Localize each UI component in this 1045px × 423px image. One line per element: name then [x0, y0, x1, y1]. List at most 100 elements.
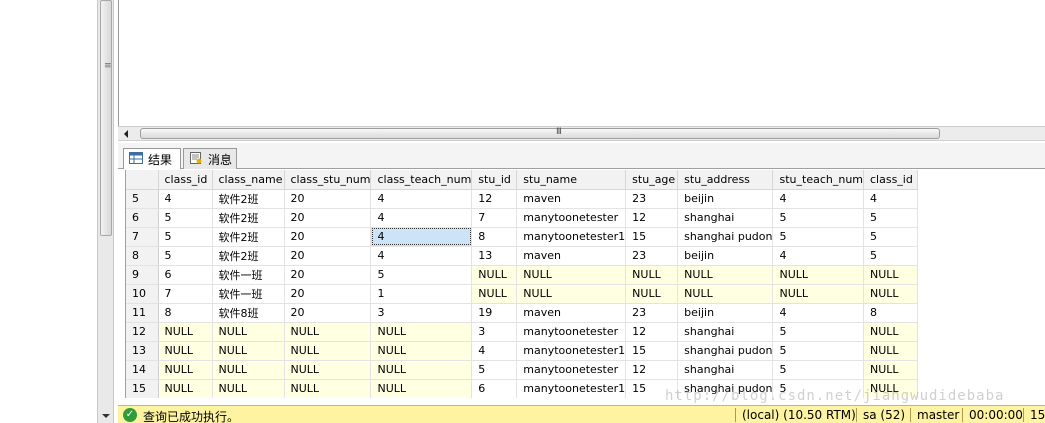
grid-cell[interactable]: 5	[158, 246, 213, 266]
grid-cell[interactable]: 软件一班	[212, 284, 285, 304]
grid-cell[interactable]: 23	[625, 246, 679, 266]
grid-cell[interactable]: 15	[625, 341, 679, 361]
grid-cell[interactable]: 4	[772, 189, 864, 209]
vertical-scroll-thumb[interactable]: ≡	[100, 0, 112, 236]
grid-cell[interactable]: beijin	[677, 189, 774, 209]
row-number[interactable]: 12	[126, 322, 159, 342]
grid-cell[interactable]: NULL	[370, 360, 473, 380]
grid-cell[interactable]: NULL	[863, 322, 918, 342]
grid-cell[interactable]: NULL	[284, 379, 372, 398]
row-number[interactable]: 10	[126, 284, 159, 304]
grid-cell[interactable]: manytoonetester	[516, 360, 627, 380]
grid-cell[interactable]: 12	[471, 189, 518, 209]
column-header[interactable]: stu_name	[516, 170, 627, 190]
grid-cell[interactable]: 13	[471, 246, 518, 266]
grid-cell[interactable]: 23	[625, 189, 679, 209]
column-header[interactable]: class_name	[212, 170, 285, 190]
grid-cell[interactable]: 5	[863, 208, 918, 228]
grid-cell[interactable]: NULL	[158, 360, 213, 380]
grid-cell[interactable]: maven	[516, 189, 627, 209]
grid-cell[interactable]: 4	[370, 189, 473, 209]
results-grid[interactable]: class_id class_name class_stu_num class_tea…	[125, 170, 1045, 398]
grid-cell[interactable]: 20	[284, 246, 372, 266]
grid-cell[interactable]: NULL	[471, 284, 518, 304]
column-header[interactable]: class_teach_num	[370, 170, 473, 190]
grid-cell[interactable]: 20	[284, 303, 372, 323]
grid-cell[interactable]: 15	[625, 227, 679, 247]
query-editor[interactable]	[118, 0, 1045, 126]
grid-cell[interactable]: 12	[625, 322, 679, 342]
grid-cell[interactable]: 20	[284, 284, 372, 304]
grid-cell[interactable]: 19	[471, 303, 518, 323]
grid-cell[interactable]: NULL	[863, 265, 918, 285]
grid-cell[interactable]: 5	[772, 360, 864, 380]
grid-cell[interactable]: NULL	[212, 322, 285, 342]
grid-cell[interactable]: manytoonetester1	[516, 227, 627, 247]
grid-cell[interactable]: 5	[863, 227, 918, 247]
grid-cell[interactable]: 20	[284, 265, 372, 285]
grid-cell[interactable]: 5	[370, 265, 473, 285]
grid-cell[interactable]: 5	[471, 360, 518, 380]
grid-cell[interactable]: 3	[471, 322, 518, 342]
grid-cell[interactable]: 20	[284, 208, 372, 228]
grid-cell[interactable]: 23	[625, 303, 679, 323]
grid-cell[interactable]: NULL	[284, 341, 372, 361]
grid-cell[interactable]: NULL	[158, 341, 213, 361]
outer-vertical-scrollbar[interactable]: ≡	[97, 0, 114, 423]
grid-cell[interactable]: shanghai	[677, 208, 774, 228]
column-header[interactable]: stu_id	[471, 170, 518, 190]
tab-messages[interactable]: 消息	[183, 148, 237, 169]
grid-cell[interactable]: NULL	[158, 379, 213, 398]
grid-cell[interactable]: 12	[625, 360, 679, 380]
row-number[interactable]: 9	[126, 265, 159, 285]
grid-cell[interactable]: NULL	[471, 265, 518, 285]
grid-cell[interactable]: 8	[471, 227, 518, 247]
grid-cell[interactable]: 5	[772, 322, 864, 342]
scroll-left-arrow-icon[interactable]	[124, 130, 128, 138]
grid-cell[interactable]: NULL	[625, 284, 679, 304]
grid-cell[interactable]: 5	[158, 208, 213, 228]
grid-cell[interactable]: NULL	[772, 284, 864, 304]
grid-cell[interactable]: 软件8班	[212, 303, 285, 323]
grid-cell[interactable]: 3	[370, 303, 473, 323]
grid-cell[interactable]: 4	[370, 227, 473, 247]
grid-cell[interactable]: NULL	[772, 265, 864, 285]
grid-cell[interactable]: shanghai	[677, 322, 774, 342]
grid-cell[interactable]: 软件2班	[212, 189, 285, 209]
grid-cell[interactable]: NULL	[284, 360, 372, 380]
grid-cell[interactable]: 6	[471, 379, 518, 398]
grid-cell[interactable]: NULL	[212, 379, 285, 398]
grid-cell[interactable]: manytoonetester	[516, 208, 627, 228]
row-number[interactable]: 14	[126, 360, 159, 380]
grid-cell[interactable]: NULL	[370, 322, 473, 342]
grid-cell[interactable]: 8	[863, 303, 918, 323]
grid-cell[interactable]: NULL	[863, 341, 918, 361]
grid-cell[interactable]: 8	[158, 303, 213, 323]
grid-cell[interactable]: 4	[772, 303, 864, 323]
grid-cell[interactable]: maven	[516, 303, 627, 323]
grid-cell[interactable]: manytoonetester1	[516, 379, 627, 398]
row-number[interactable]: 15	[126, 379, 159, 398]
grid-cell[interactable]: 5	[772, 341, 864, 361]
grid-cell[interactable]: NULL	[863, 284, 918, 304]
grid-cell[interactable]: NULL	[212, 341, 285, 361]
scroll-down-arrow-icon[interactable]	[102, 414, 110, 418]
grid-cell[interactable]: NULL	[158, 322, 213, 342]
row-number[interactable]: 13	[126, 341, 159, 361]
column-header[interactable]: stu_address	[677, 170, 774, 190]
grid-cell[interactable]: 5	[772, 227, 864, 247]
column-header[interactable]: class_stu_num	[284, 170, 372, 190]
grid-cell[interactable]: 1	[370, 284, 473, 304]
grid-cell[interactable]: 软件2班	[212, 227, 285, 247]
grid-cell[interactable]: NULL	[212, 360, 285, 380]
grid-cell[interactable]: NULL	[370, 379, 473, 398]
grid-cell[interactable]: shanghai pudon	[677, 227, 774, 247]
grid-cell[interactable]: maven	[516, 246, 627, 266]
grid-cell[interactable]: 软件一班	[212, 265, 285, 285]
grid-cell[interactable]: 20	[284, 189, 372, 209]
grid-cell[interactable]: 7	[471, 208, 518, 228]
grid-cell[interactable]: 4	[370, 208, 473, 228]
row-number[interactable]: 6	[126, 208, 159, 228]
grid-cell[interactable]: manytoonetester1	[516, 341, 627, 361]
grid-cell[interactable]: 软件2班	[212, 208, 285, 228]
